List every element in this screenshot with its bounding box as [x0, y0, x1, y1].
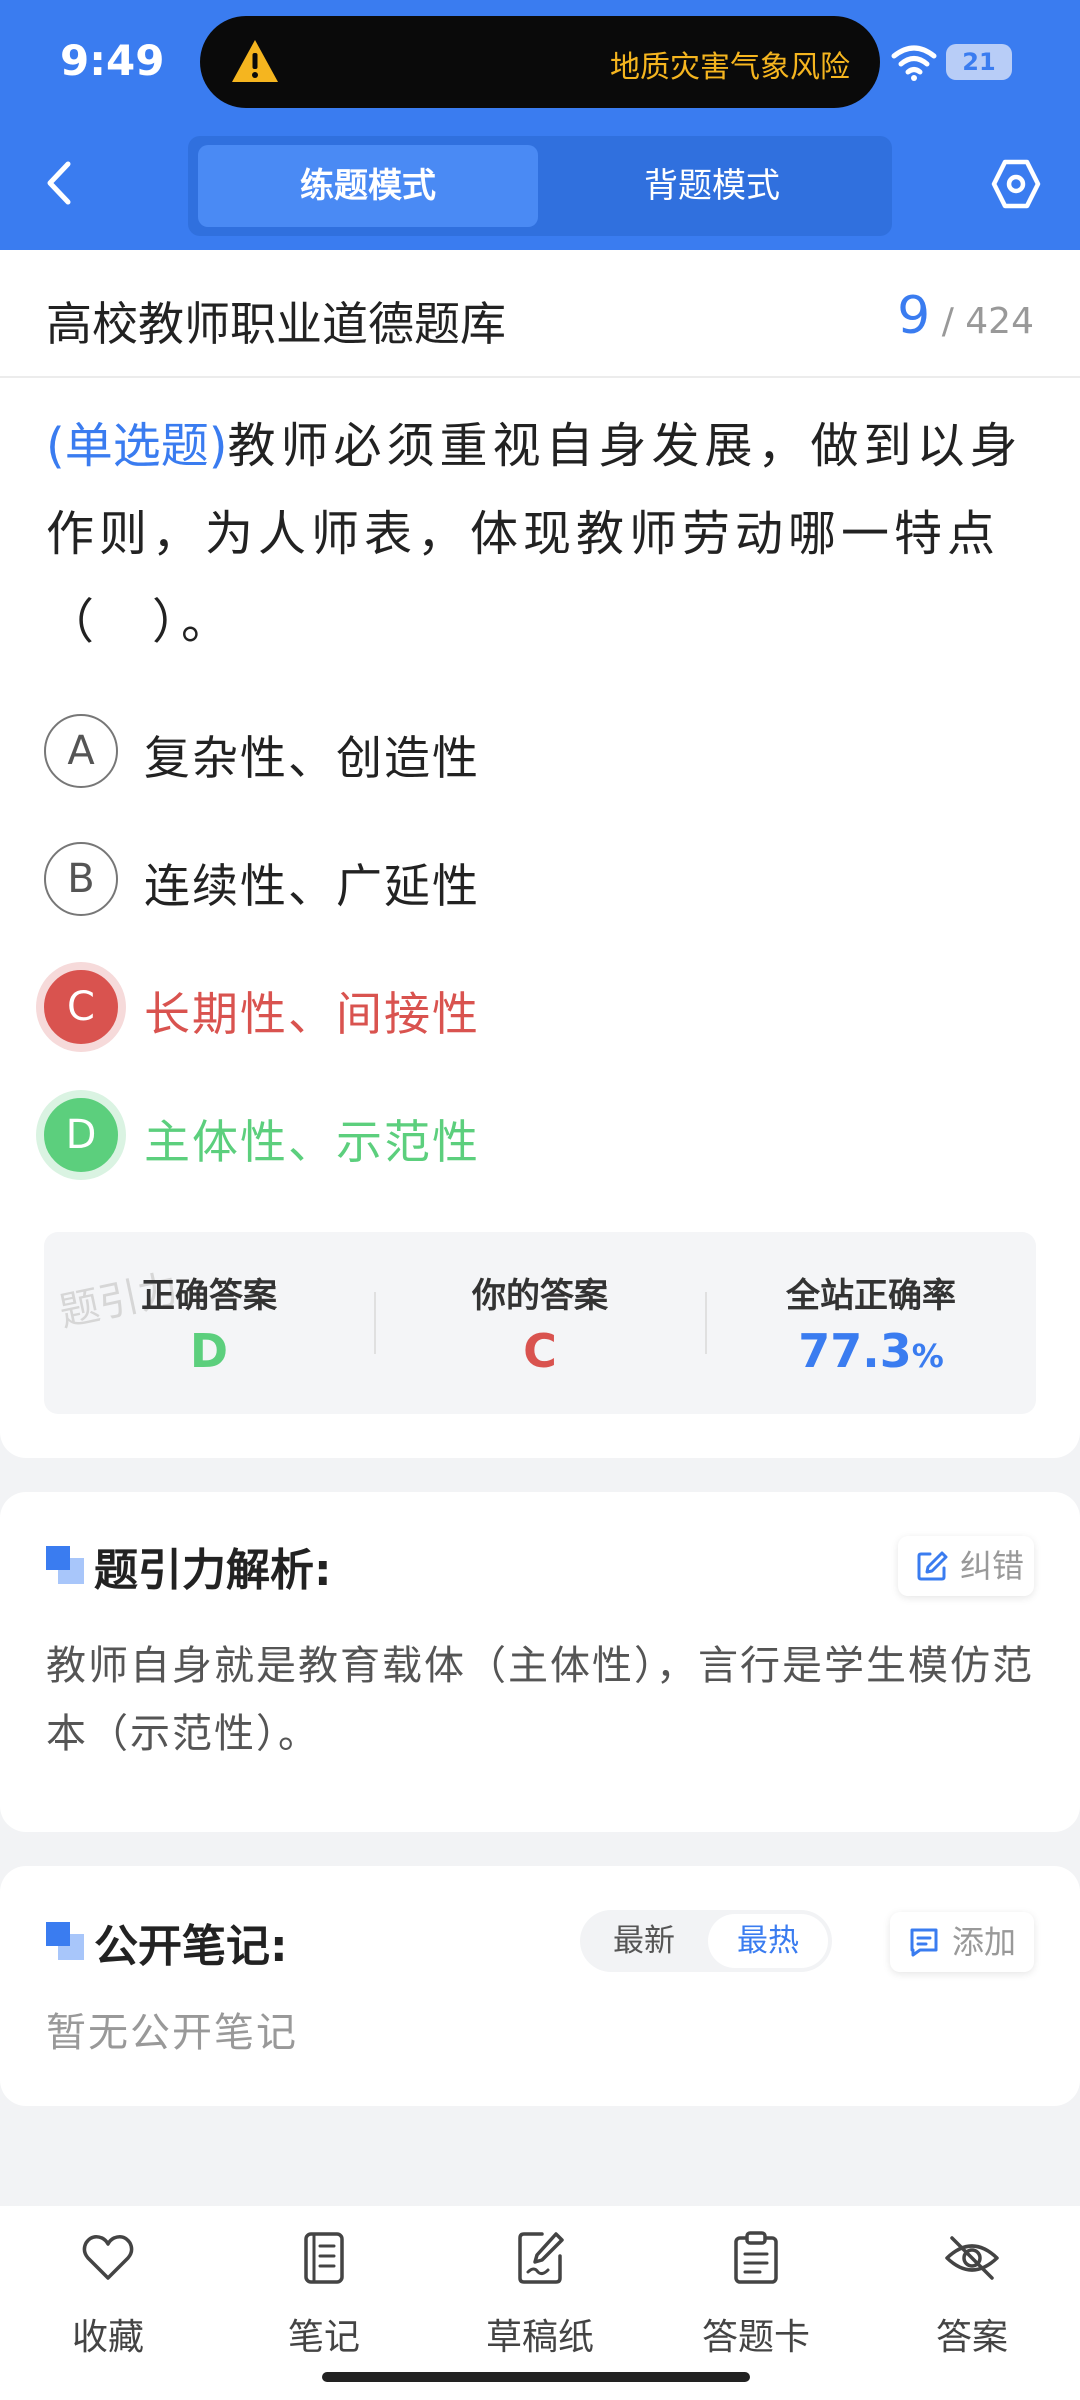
- section-marker-icon: [46, 1922, 84, 1960]
- status-time: 9:49: [60, 36, 165, 85]
- nav-label: 收藏: [71, 2317, 144, 2358]
- bank-title: 高校教师职业道德题库: [46, 297, 506, 351]
- bank-header: 高校教师职业道德题库 9 / 424: [0, 250, 1080, 378]
- report-error-label: 纠错: [960, 1547, 1025, 1585]
- nav-favorite[interactable]: 收藏: [18, 2230, 198, 2360]
- option-a[interactable]: A 复杂性、创造性: [44, 714, 944, 790]
- warning-icon: [232, 40, 278, 82]
- eye-off-icon: [945, 2236, 999, 2280]
- option-letter: A: [44, 714, 118, 788]
- your-answer-value: C: [523, 1324, 557, 1378]
- heart-icon: [82, 2235, 134, 2280]
- nav-label: 答案: [935, 2317, 1008, 2358]
- question-card: 高校教师职业道德题库 9 / 424 (单选题)教师必须重视自身发展，做到以身作…: [0, 250, 1080, 1458]
- bottom-toolbar: 收藏 笔记 草稿纸 答题卡 答案: [0, 2206, 1080, 2400]
- option-b[interactable]: B 连续性、广延性: [44, 842, 944, 918]
- total-count: 424: [965, 301, 1034, 342]
- question-progress[interactable]: 9 / 424: [897, 286, 1034, 346]
- option-c[interactable]: C 长期性、间接性: [44, 970, 944, 1046]
- add-note-button[interactable]: 添加: [890, 1912, 1034, 1972]
- notes-card: 公开笔记: 最新 最热 添加 暂无公开笔记: [0, 1866, 1080, 2106]
- analysis-card: 题引力解析: 纠错 教师自身就是教育载体（主体性），言行是学生模仿范本（示范性）…: [0, 1492, 1080, 1832]
- sort-hottest[interactable]: 最热: [708, 1914, 828, 1968]
- nav-label: 笔记: [287, 2317, 360, 2358]
- current-index: 9: [897, 286, 931, 346]
- back-arrow-icon[interactable]: [40, 158, 80, 208]
- nav-notes[interactable]: 笔记: [234, 2230, 414, 2360]
- header: 9:49 地质灾害气象风险 21 练题模式 背题模式: [0, 0, 1080, 250]
- option-letter: D: [44, 1098, 118, 1172]
- stat-correct-answer: 正确答案 D: [44, 1232, 374, 1414]
- notes-title: 公开笔记:: [94, 1921, 288, 1972]
- stat-label: 正确答案: [141, 1276, 277, 1316]
- question-stem: (单选题)教师必须重视自身发展，做到以身作则，为人师表，体现教师劳动哪一特点（ …: [46, 402, 1036, 666]
- option-text: 长期性、间接性: [144, 987, 480, 1041]
- option-letter: C: [44, 970, 118, 1044]
- stat-label: 你的答案: [472, 1276, 608, 1316]
- accuracy-value: 77.3%: [706, 1324, 1036, 1378]
- analysis-title: 题引力解析:: [94, 1545, 332, 1596]
- draft-icon: [518, 2232, 564, 2284]
- stat-accuracy: 全站正确率 77.3%: [706, 1232, 1036, 1414]
- option-text: 复杂性、创造性: [144, 731, 480, 785]
- option-d[interactable]: D 主体性、示范性: [44, 1098, 944, 1174]
- empty-notes-text: 暂无公开笔记: [46, 2010, 298, 2056]
- notes-sort-toggle: 最新 最热: [580, 1910, 832, 1972]
- report-error-button[interactable]: 纠错: [898, 1536, 1034, 1596]
- option-text: 连续性、广延性: [144, 859, 480, 913]
- nav-answer-sheet[interactable]: 答题卡: [666, 2230, 846, 2360]
- notebook-icon: [304, 2232, 344, 2284]
- section-marker-icon: [46, 1546, 84, 1584]
- stat-your-answer: 你的答案 C: [375, 1232, 705, 1414]
- progress-separator: /: [941, 301, 954, 342]
- sort-newest[interactable]: 最新: [584, 1914, 704, 1968]
- dynamic-island-alert[interactable]: 地质灾害气象风险: [200, 16, 880, 108]
- comment-icon: [910, 1928, 938, 1957]
- settings-icon[interactable]: [990, 158, 1042, 210]
- home-indicator[interactable]: [322, 2372, 750, 2382]
- mode-toggle: 练题模式 背题模式: [188, 136, 892, 236]
- add-note-label: 添加: [952, 1923, 1017, 1961]
- answer-sheet-icon: [734, 2231, 778, 2284]
- nav-label: 答题卡: [701, 2317, 810, 2358]
- edit-icon: [917, 1551, 948, 1581]
- question-type: (单选题): [46, 418, 228, 474]
- tab-practice-mode[interactable]: 练题模式: [198, 145, 538, 227]
- tab-memorize-mode[interactable]: 背题模式: [542, 145, 882, 227]
- accuracy-number: 77.3: [798, 1324, 912, 1378]
- stat-label: 全站正确率: [786, 1276, 956, 1316]
- option-letter: B: [44, 842, 118, 916]
- accuracy-unit: %: [911, 1337, 944, 1375]
- battery-indicator: 21: [946, 44, 1012, 80]
- nav-show-answer[interactable]: 答案: [882, 2230, 1062, 2360]
- option-text: 主体性、示范性: [144, 1115, 480, 1169]
- wifi-icon: [891, 45, 937, 81]
- nav-label: 草稿纸: [485, 2317, 594, 2358]
- correct-answer-value: D: [189, 1324, 229, 1378]
- alert-text: 地质灾害气象风险: [610, 50, 850, 85]
- result-stats: 题引力 正确答案 D 你的答案 C 全站正确率 77.3%: [44, 1232, 1036, 1414]
- nav-draft[interactable]: 草稿纸: [450, 2230, 630, 2360]
- analysis-text: 教师自身就是教育载体（主体性），言行是学生模仿范本（示范性）。: [46, 1643, 1034, 1757]
